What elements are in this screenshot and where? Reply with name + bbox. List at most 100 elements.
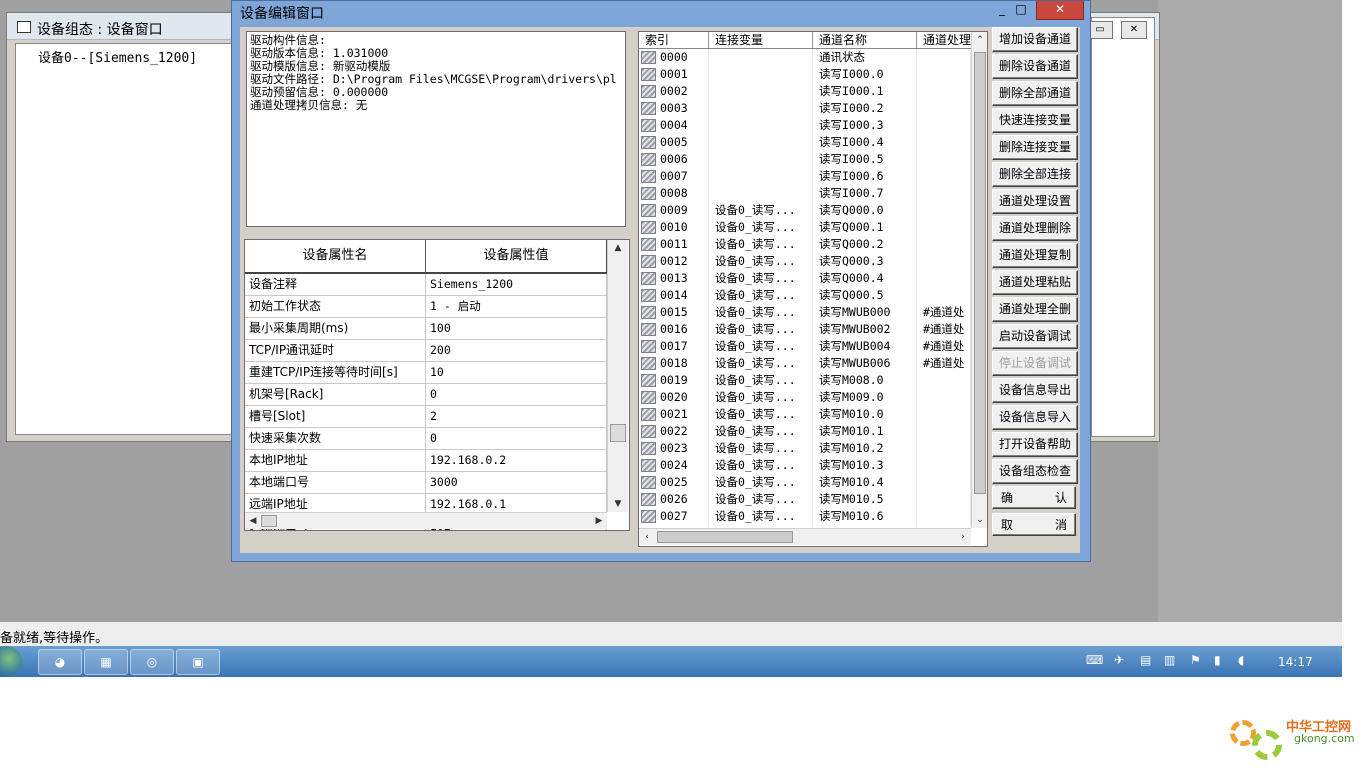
property-row[interactable]: 重建TCP/IP连接等待时间[s] 10	[245, 362, 607, 384]
action-button-15[interactable]: 打开设备帮助	[992, 432, 1078, 457]
action-button-3[interactable]: 快速连接变量	[992, 108, 1078, 133]
property-value-header[interactable]: 设备属性值	[426, 240, 607, 272]
action-button-10[interactable]: 通道处理全删	[992, 297, 1078, 322]
property-row[interactable]: 槽号[Slot] 2	[245, 406, 607, 428]
network-icon[interactable]: ▮	[1214, 653, 1221, 667]
action-button-11[interactable]: 启动设备调试	[992, 324, 1078, 349]
scroll-thumb[interactable]	[974, 52, 986, 494]
action-button-13[interactable]: 设备信息导出	[992, 378, 1078, 403]
action-button-8[interactable]: 通道处理复制	[992, 243, 1078, 268]
driver-info-box[interactable]: 驱动构件信息: 驱动版本信息: 1.031000 驱动模版信息: 新驱动模版 驱动文件…	[246, 31, 626, 227]
channel-row[interactable]: 0022 设备0_读写... 读写M010.1	[639, 423, 971, 440]
property-vscroll[interactable]: ▲ ▼	[607, 240, 628, 512]
volume-icon[interactable]: ◖	[1238, 653, 1244, 667]
channel-row[interactable]: 0011 设备0_读写... 读写Q000.2	[639, 236, 971, 253]
channel-row[interactable]: 0017 设备0_读写... 读写MWUB004 #通道处	[639, 338, 971, 355]
property-row[interactable]: 本地IP地址 192.168.0.2	[245, 450, 607, 472]
property-name-header[interactable]: 设备属性名	[245, 240, 426, 272]
channel-row[interactable]: 0014 设备0_读写... 读写Q000.5	[639, 287, 971, 304]
property-value[interactable]: 3000	[426, 472, 607, 493]
property-row[interactable]: 初始工作状态 1 - 启动	[245, 296, 607, 318]
scroll-right-icon[interactable]: ›	[955, 529, 971, 545]
property-value[interactable]: 0	[426, 384, 607, 405]
action-button-5[interactable]: 删除全部连接	[992, 162, 1078, 187]
property-row[interactable]: 本地端口号 3000	[245, 472, 607, 494]
channel-row[interactable]: 0006 读写I000.5	[639, 151, 971, 168]
channel-row[interactable]: 0025 设备0_读写... 读写M010.4	[639, 474, 971, 491]
keyboard-icon[interactable]: ⌨	[1086, 653, 1103, 667]
close-button[interactable]: ✕	[1036, 1, 1084, 20]
device-tree[interactable]: 设备0--[Siemens_1200]	[15, 43, 233, 435]
header-channel-name[interactable]: 通道名称	[813, 32, 917, 48]
property-row[interactable]: TCP/IP通讯延时 200	[245, 340, 607, 362]
channel-row[interactable]: 0010 设备0_读写... 读写Q000.1	[639, 219, 971, 236]
scroll-down-icon[interactable]: ▼	[608, 496, 628, 512]
ok-button[interactable]: 确认	[992, 486, 1076, 509]
property-value[interactable]: 10	[426, 362, 607, 383]
channel-row[interactable]: 0013 设备0_读写... 读写Q000.4	[639, 270, 971, 287]
bg-close-button[interactable]: ✕	[1121, 21, 1147, 39]
channel-row[interactable]: 0020 设备0_读写... 读写M009.0	[639, 389, 971, 406]
property-value[interactable]: Siemens_1200	[426, 274, 607, 295]
taskbar-app-tia[interactable]: ▦	[84, 649, 128, 675]
action-button-12[interactable]: 停止设备调试	[992, 351, 1078, 376]
scroll-left-icon[interactable]: ‹	[639, 529, 655, 545]
channel-row[interactable]: 0012 设备0_读写... 读写Q000.3	[639, 253, 971, 270]
channel-row[interactable]: 0019 设备0_读写... 读写M008.0	[639, 372, 971, 389]
scroll-up-icon[interactable]: ▲	[608, 240, 628, 256]
clock[interactable]: 14:17	[1278, 655, 1313, 669]
channel-row[interactable]: 0016 设备0_读写... 读写MWUB002 #通道处	[639, 321, 971, 338]
action-button-0[interactable]: 增加设备通道	[992, 27, 1078, 52]
channel-row[interactable]: 0024 设备0_读写... 读写M010.3	[639, 457, 971, 474]
scroll-left-icon[interactable]: ◀	[245, 513, 261, 529]
header-index[interactable]: 索引	[639, 32, 709, 48]
channel-row[interactable]: 0015 设备0_读写... 读写MWUB000 #通道处	[639, 304, 971, 321]
channel-row[interactable]: 0007 读写I000.6	[639, 168, 971, 185]
action-button-7[interactable]: 通道处理删除	[992, 216, 1078, 241]
header-linked-var[interactable]: 连接变量	[709, 32, 813, 48]
channel-row[interactable]: 0008 读写I000.7	[639, 185, 971, 202]
channel-row[interactable]: 0021 设备0_读写... 读写M010.0	[639, 406, 971, 423]
taskbar-app-browser[interactable]: ◎	[130, 649, 174, 675]
start-button[interactable]	[0, 646, 22, 677]
channel-vscroll[interactable]: ⌃ ⌄	[971, 32, 987, 528]
property-value[interactable]: 2	[426, 406, 607, 427]
property-value[interactable]: 0	[426, 428, 607, 449]
scroll-up-icon[interactable]: ⌃	[972, 32, 987, 48]
property-hscroll[interactable]: ◀ ▶	[245, 512, 607, 529]
channel-row[interactable]: 0004 读写I000.3	[639, 117, 971, 134]
channel-row[interactable]: 0009 设备0_读写... 读写Q000.0	[639, 202, 971, 219]
action-button-4[interactable]: 删除连接变量	[992, 135, 1078, 160]
taskbar-app-mcgs[interactable]: ▣	[176, 649, 220, 675]
channel-row[interactable]: 0023 设备0_读写... 读写M010.2	[639, 440, 971, 457]
property-row[interactable]: 机架号[Rack] 0	[245, 384, 607, 406]
channel-row[interactable]: 0027 设备0_读写... 读写M010.6	[639, 508, 971, 525]
flag-icon[interactable]: ⚑	[1190, 653, 1201, 667]
action-button-9[interactable]: 通道处理粘贴	[992, 270, 1078, 295]
channel-row[interactable]: 0005 读写I000.4	[639, 134, 971, 151]
property-value[interactable]: 1 - 启动	[426, 296, 607, 317]
channel-row[interactable]: 0000 通讯状态	[639, 49, 971, 66]
action-button-14[interactable]: 设备信息导入	[992, 405, 1078, 430]
cancel-button[interactable]: 取消	[992, 513, 1076, 536]
license-icon[interactable]: ▥	[1164, 653, 1175, 667]
property-row[interactable]: 最小采集周期(ms) 100	[245, 318, 607, 340]
action-button-6[interactable]: 通道处理设置	[992, 189, 1078, 214]
scroll-right-icon[interactable]: ▶	[591, 513, 607, 529]
action-button-2[interactable]: 删除全部通道	[992, 81, 1078, 106]
maximize-button[interactable]: □	[1008, 1, 1034, 19]
channel-row[interactable]: 0018 设备0_读写... 读写MWUB006 #通道处	[639, 355, 971, 372]
tia-tray-icon[interactable]: ▤	[1140, 653, 1151, 667]
channel-row[interactable]: 0002 读写I000.1	[639, 83, 971, 100]
scroll-thumb[interactable]	[261, 515, 277, 527]
property-row[interactable]: 快速采集次数 0	[245, 428, 607, 450]
channel-row[interactable]: 0003 读写I000.2	[639, 100, 971, 117]
scroll-thumb[interactable]	[657, 531, 793, 543]
scroll-thumb[interactable]	[610, 424, 626, 442]
taskbar-app-paint[interactable]: ◕	[38, 649, 82, 675]
action-button-1[interactable]: 删除设备通道	[992, 54, 1078, 79]
scroll-down-icon[interactable]: ⌄	[972, 512, 987, 528]
property-row[interactable]: 设备注释 Siemens_1200	[245, 274, 607, 296]
property-value[interactable]: 100	[426, 318, 607, 339]
channel-hscroll[interactable]: ‹ ›	[639, 528, 971, 545]
